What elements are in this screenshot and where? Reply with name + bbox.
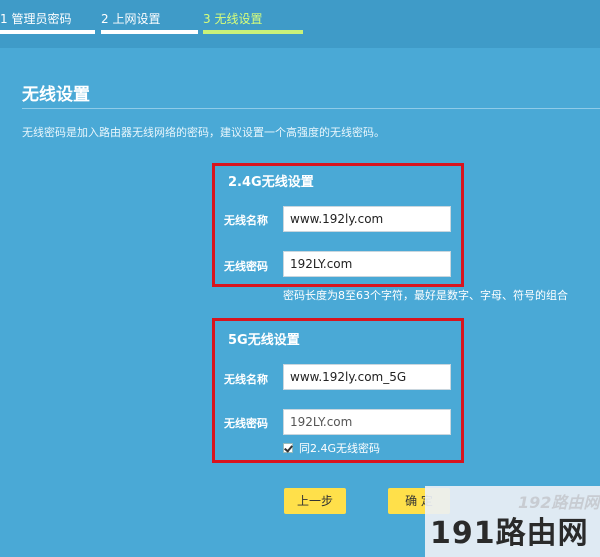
same-password-row[interactable]: 同2.4G无线密码: [283, 440, 380, 456]
step-admin-password[interactable]: 1 管理员密码: [0, 10, 71, 27]
previous-step-button[interactable]: 上一步: [284, 488, 346, 514]
wifi-24g-title: 2.4G无线设置: [228, 175, 314, 190]
wizard-steps-bar: 1 管理员密码 2 上网设置 3 无线设置: [0, 0, 600, 48]
title-divider: [22, 108, 600, 109]
wifi-5g-name-label: 无线名称: [224, 373, 268, 386]
wifi-5g-title: 5G无线设置: [228, 333, 300, 348]
wifi-5g-password-input[interactable]: [283, 409, 451, 435]
same-password-checkbox[interactable]: [283, 443, 293, 453]
wifi-5g-name-input[interactable]: [283, 364, 451, 390]
step-progress-3-active: [203, 30, 303, 34]
step-wireless-settings[interactable]: 3 无线设置: [203, 10, 262, 27]
wifi-24g-name-label: 无线名称: [224, 214, 268, 227]
wifi-24g-password-label: 无线密码: [224, 260, 268, 273]
watermark-logo-text: 191路由网: [430, 516, 589, 551]
password-hint: 密码长度为8至63个字符，最好是数字、字母、符号的组合: [283, 289, 568, 302]
page-title: 无线设置: [22, 85, 90, 105]
step-progress-1: [0, 30, 95, 34]
same-password-label: 同2.4G无线密码: [299, 442, 381, 455]
page-description: 无线密码是加入路由器无线网络的密码，建议设置一个高强度的无线密码。: [22, 126, 385, 139]
wifi-24g-password-input[interactable]: [283, 251, 451, 277]
step-progress-2: [101, 30, 198, 34]
wifi-24g-name-input[interactable]: [283, 206, 451, 232]
wifi-5g-password-label: 无线密码: [224, 417, 268, 430]
step-internet-settings[interactable]: 2 上网设置: [101, 10, 160, 27]
